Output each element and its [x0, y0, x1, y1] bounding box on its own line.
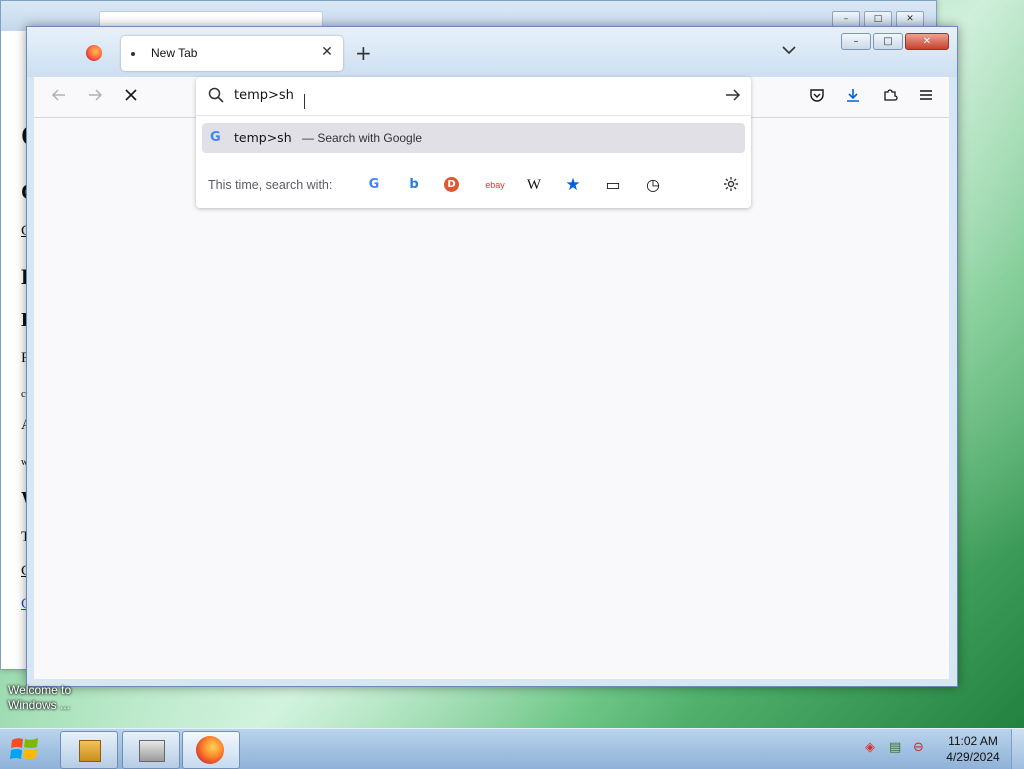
shield-icon[interactable]: ◈ [865, 740, 875, 755]
google-icon: G [210, 130, 221, 145]
network-icon[interactable]: ▤ [889, 740, 901, 755]
urlbar-input-row[interactable]: temp>sh [196, 77, 751, 116]
clock-date: 4/29/2024 [946, 750, 1000, 764]
show-desktop-button[interactable] [1011, 729, 1024, 769]
close-button[interactable]: ✕ [905, 33, 949, 50]
forward-arrow-icon[interactable] [85, 87, 105, 107]
firefox-icon [196, 736, 224, 764]
clock[interactable]: 11:02 AM 4/29/2024 [940, 733, 1006, 765]
urlbar-input[interactable]: temp>sh [234, 88, 294, 103]
tab-label: New Tab [151, 46, 198, 60]
firefox-icon[interactable] [86, 45, 102, 61]
tabs-icon[interactable]: ▭ [604, 176, 622, 194]
background-maximize-button[interactable]: □ [864, 11, 892, 27]
extensions-icon[interactable] [880, 87, 900, 107]
plus-icon[interactable]: + [355, 43, 372, 63]
chevron-down-icon[interactable] [782, 43, 796, 59]
stop-loading-icon[interactable] [121, 87, 141, 107]
tab-loading-dot-icon [131, 52, 135, 56]
folder-icon [79, 740, 101, 762]
window-controls: – □ ✕ [841, 33, 949, 50]
windows-logo-icon[interactable] [8, 734, 44, 764]
back-arrow-icon[interactable] [49, 87, 69, 107]
search-icon [208, 87, 224, 103]
file-explorer-taskbar-button[interactable] [60, 731, 118, 769]
gear-icon[interactable] [722, 176, 740, 194]
minimize-button[interactable]: – [841, 33, 871, 50]
download-icon[interactable] [843, 87, 863, 107]
app-taskbar-button[interactable] [122, 731, 180, 769]
firefox-taskbar-button[interactable] [182, 731, 240, 769]
one-off-label: This time, search with: [208, 178, 333, 192]
volume-muted-icon[interactable]: ⊖ [913, 740, 924, 755]
arrow-right-icon[interactable] [725, 87, 741, 107]
text-cursor-icon [304, 94, 313, 109]
background-close-button[interactable]: ✕ [896, 11, 924, 27]
urlbar-panel: temp>sh G temp>sh — Search with Google T… [196, 77, 751, 208]
ebay-engine-icon[interactable]: ebay [483, 176, 507, 194]
store-icon [139, 740, 165, 762]
suggestion-text: temp>sh [234, 130, 292, 145]
google-engine-icon[interactable]: G [365, 176, 383, 194]
pocket-icon[interactable] [807, 87, 827, 107]
tab-close-icon[interactable]: ✕ [319, 44, 335, 60]
background-minimize-button[interactable]: – [832, 11, 860, 27]
taskbar: ◈ ▤ ⊖ 11:02 AM 4/29/2024 [0, 728, 1024, 769]
suggestion-action: — Search with Google [302, 131, 423, 145]
search-suggestion-row[interactable]: G temp>sh — Search with Google [202, 123, 745, 153]
bookmarks-icon[interactable]: ★ [564, 176, 582, 194]
wikipedia-engine-icon[interactable]: W [525, 176, 543, 194]
history-icon[interactable]: ◷ [644, 176, 662, 194]
bing-engine-icon[interactable]: b [405, 176, 423, 194]
tab-new-tab[interactable]: New Tab ✕ [121, 36, 343, 71]
background-window-controls: – □ ✕ [832, 11, 924, 27]
menu-icon[interactable] [916, 87, 936, 107]
duckduckgo-engine-icon[interactable]: D [444, 177, 459, 192]
desktop-shortcut-label[interactable]: Welcome to Windows ... [8, 683, 88, 713]
maximize-button[interactable]: □ [873, 33, 903, 50]
clock-time: 11:02 AM [948, 734, 998, 748]
